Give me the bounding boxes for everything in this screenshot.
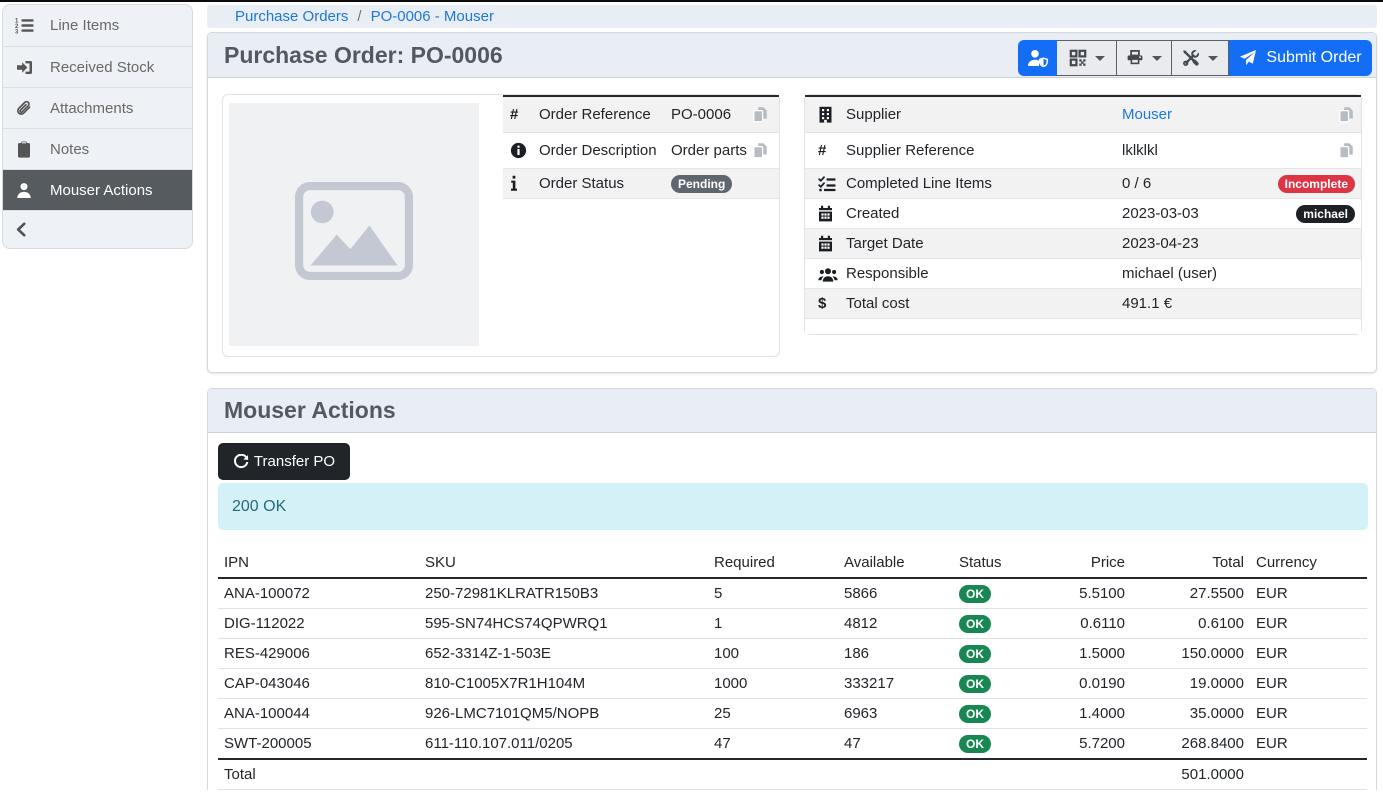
- svg-text:3: 3: [15, 29, 19, 34]
